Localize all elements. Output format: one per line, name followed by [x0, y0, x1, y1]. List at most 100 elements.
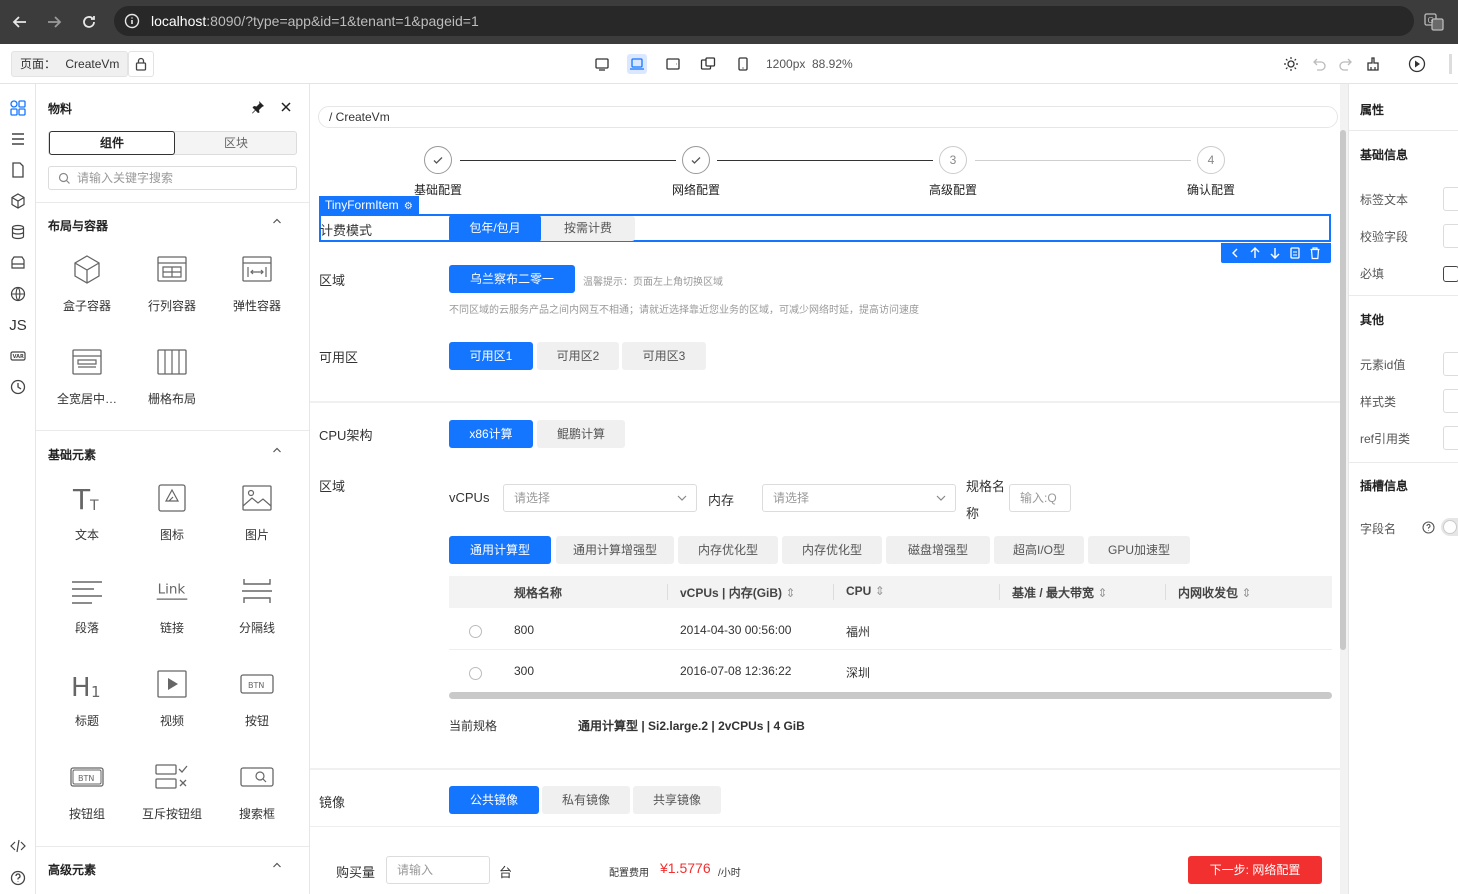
tablet-portrait-icon[interactable]	[698, 54, 718, 74]
history-clock-icon[interactable]	[7, 376, 29, 398]
component-link[interactable]: Link 链接	[132, 573, 212, 649]
section-advanced-title[interactable]: 高级元素	[48, 861, 96, 878]
pin-icon[interactable]	[251, 100, 265, 114]
row-radio[interactable]	[469, 667, 482, 680]
section-basic-title[interactable]: 基础元素	[48, 446, 96, 463]
spec-name-input[interactable]: 输入:Q	[1009, 484, 1071, 512]
image-option-shared[interactable]: 共享镜像	[633, 786, 721, 814]
address-bar[interactable]: localhost:8090/?type=app&id=1&tenant=1&p…	[114, 6, 1414, 36]
breadcrumb[interactable]: / CreateVm	[318, 106, 1338, 128]
tab-components[interactable]: 组件	[49, 131, 175, 155]
outline-tree-icon[interactable]	[7, 128, 29, 150]
redo-icon[interactable]	[1336, 54, 1356, 74]
component-icon[interactable]: 图标	[132, 480, 212, 556]
select-parent-icon[interactable]	[1229, 246, 1241, 260]
component-divider[interactable]: 分隔线	[217, 573, 297, 649]
reload-icon[interactable]	[75, 8, 103, 36]
datasource-icon[interactable]	[7, 221, 29, 243]
tab-blocks[interactable]: 区块	[175, 132, 297, 154]
component-button-group[interactable]: BTN 按钮组	[47, 759, 127, 835]
chevron-up-icon[interactable]	[272, 216, 282, 226]
preview-play-icon[interactable]	[1407, 54, 1427, 74]
validate-field-input[interactable]	[1443, 224, 1458, 248]
component-exclusive-button-group[interactable]: 互斥按钮组	[132, 759, 212, 835]
step-1-circle[interactable]	[424, 146, 452, 174]
quantity-input[interactable]: 请输入	[386, 856, 490, 884]
clear-cache-icon[interactable]	[1363, 54, 1383, 74]
zone-option-3[interactable]: 可用区3	[622, 342, 706, 370]
page-switcher[interactable]: 页面： CreateVm	[11, 51, 129, 77]
copy-icon[interactable]	[1289, 246, 1301, 260]
spec-type-gpu[interactable]: GPU加速型	[1088, 536, 1190, 564]
source-code-icon[interactable]	[7, 835, 29, 857]
selected-component-tag[interactable]: TinyFormItem ⚙	[319, 196, 419, 215]
billing-option-ondemand[interactable]: 按需计费	[543, 216, 633, 241]
component-paragraph[interactable]: 段落	[47, 573, 127, 649]
section-layout-title[interactable]: 布局与容器	[48, 217, 108, 234]
column-header-name[interactable]: 规格名称	[514, 584, 562, 601]
move-up-icon[interactable]	[1249, 246, 1261, 260]
style-class-input[interactable]	[1443, 389, 1458, 413]
column-header-bandwidth[interactable]: 基准 / 最大带宽 ⇕	[1012, 584, 1107, 601]
i18n-globe-icon[interactable]	[7, 283, 29, 305]
sort-icon[interactable]: ⇕	[1241, 586, 1251, 600]
forward-icon[interactable]	[40, 8, 68, 36]
block-cube-icon[interactable]	[7, 190, 29, 212]
undo-icon[interactable]	[1309, 54, 1329, 74]
region-select-button[interactable]: 乌兰察布二零一	[449, 265, 575, 293]
spec-type-general[interactable]: 通用计算型	[449, 536, 551, 564]
component-box-container[interactable]: 盒子容器	[47, 251, 127, 327]
storage-icon[interactable]	[7, 252, 29, 274]
js-script-icon[interactable]: JS	[7, 314, 29, 336]
column-header-cpu[interactable]: CPU ⇕	[846, 584, 885, 598]
cpu-arch-x86[interactable]: x86计算	[449, 420, 533, 448]
close-icon[interactable]	[279, 100, 293, 114]
memory-select[interactable]: 请选择	[762, 484, 956, 512]
chevron-up-icon[interactable]	[272, 860, 282, 870]
sort-icon[interactable]: ⇕	[875, 584, 885, 598]
page-file-icon[interactable]	[7, 159, 29, 181]
component-button[interactable]: BTN 按钮	[217, 666, 297, 742]
component-flex-container[interactable]: 弹性容器	[217, 251, 297, 327]
basic-info-title[interactable]: 基础信息	[1360, 146, 1408, 163]
component-heading[interactable]: H1 标题	[47, 666, 127, 742]
field-name-toggle[interactable]	[1441, 518, 1458, 536]
canvas-vertical-scrollbar[interactable]	[1340, 130, 1346, 650]
component-video[interactable]: 视频	[132, 666, 212, 742]
table-row[interactable]: 800 2014-04-30 00:56:00 福州	[449, 608, 1332, 650]
table-row[interactable]: 300 2016-07-08 12:36:22 深圳	[449, 650, 1332, 692]
component-search-box[interactable]: 搜索框	[217, 759, 297, 835]
step-3-circle[interactable]: 3	[939, 146, 967, 174]
image-option-private[interactable]: 私有镜像	[542, 786, 630, 814]
spec-type-memory-1[interactable]: 内存优化型	[678, 536, 778, 564]
chevron-up-icon[interactable]	[272, 445, 282, 455]
component-row-col-container[interactable]: 行列容器	[132, 251, 212, 327]
slot-info-title[interactable]: 插槽信息	[1360, 477, 1408, 494]
spec-type-high-io[interactable]: 超高I/O型	[994, 536, 1084, 564]
label-text-input[interactable]	[1443, 187, 1458, 211]
materials-search-input[interactable]: 请输入关键字搜索	[48, 166, 297, 190]
sort-icon[interactable]: ⇕	[1097, 586, 1107, 600]
component-grid-layout[interactable]: 栅格布局	[132, 344, 212, 420]
help-circle-icon[interactable]	[1422, 521, 1435, 534]
spec-type-general-enhanced[interactable]: 通用计算增强型	[556, 536, 674, 564]
move-down-icon[interactable]	[1269, 246, 1281, 260]
required-checkbox[interactable]	[1443, 266, 1458, 282]
translate-icon[interactable]: G	[1424, 12, 1444, 32]
desktop-view-icon[interactable]	[592, 54, 612, 74]
vcpus-select[interactable]: 请选择	[503, 484, 697, 512]
back-icon[interactable]	[6, 8, 34, 36]
site-info-icon[interactable]	[124, 13, 140, 29]
billing-option-annual[interactable]: 包年/包月	[449, 215, 541, 242]
cpu-arch-kunpeng[interactable]: 鲲鹏计算	[537, 420, 625, 448]
column-header-pps[interactable]: 内网收发包 ⇕	[1178, 584, 1251, 601]
step-2-circle[interactable]	[682, 146, 710, 174]
component-text[interactable]: TT 文本	[47, 480, 127, 556]
spec-type-memory-2[interactable]: 内存优化型	[782, 536, 882, 564]
materials-icon[interactable]	[7, 97, 29, 119]
tablet-view-icon[interactable]	[663, 54, 683, 74]
image-option-public[interactable]: 公共镜像	[449, 786, 539, 814]
variable-icon[interactable]: VAR	[7, 345, 29, 367]
column-header-vcpus[interactable]: vCPUs | 内存(GiB) ⇕	[680, 584, 795, 601]
lock-button[interactable]	[128, 51, 154, 77]
